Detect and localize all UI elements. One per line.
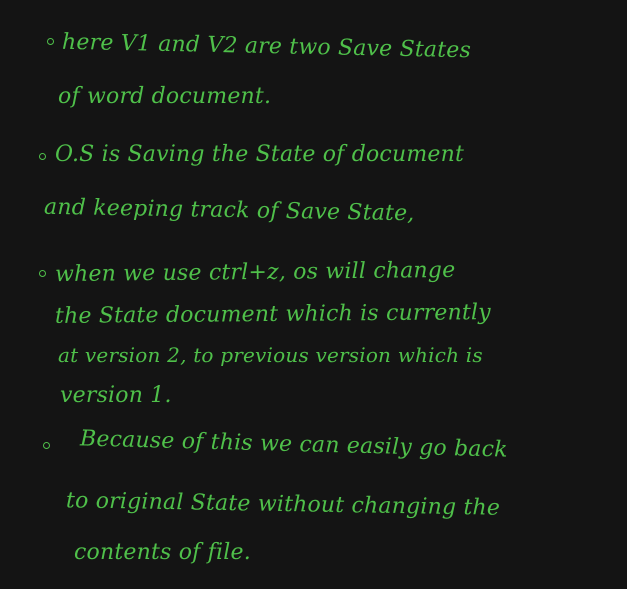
note-line: to original State without changing the <box>65 488 501 521</box>
note-line: at version 2, to previous version which … <box>58 343 483 367</box>
note-line: contents of file. <box>74 540 251 565</box>
bullet-marker <box>43 442 50 449</box>
handwritten-notes-canvas: here V1 and V2 are two Save States of wo… <box>0 0 627 589</box>
bullet-marker <box>39 153 46 160</box>
note-line: when we use ctrl+z, os will change <box>54 257 456 288</box>
note-line: here V1 and V2 are two Save States <box>61 29 472 64</box>
note-line: of word document. <box>58 84 272 109</box>
note-line: version 1. <box>60 383 172 408</box>
bullet-marker <box>47 38 54 45</box>
note-line: and keeping track of Save State, <box>43 194 415 227</box>
note-line: O.S is Saving the State of document <box>55 142 465 167</box>
note-line: Because of this we can easily go back <box>79 426 509 463</box>
bullet-marker <box>39 270 46 277</box>
note-line: the State document which is currently <box>54 300 491 329</box>
